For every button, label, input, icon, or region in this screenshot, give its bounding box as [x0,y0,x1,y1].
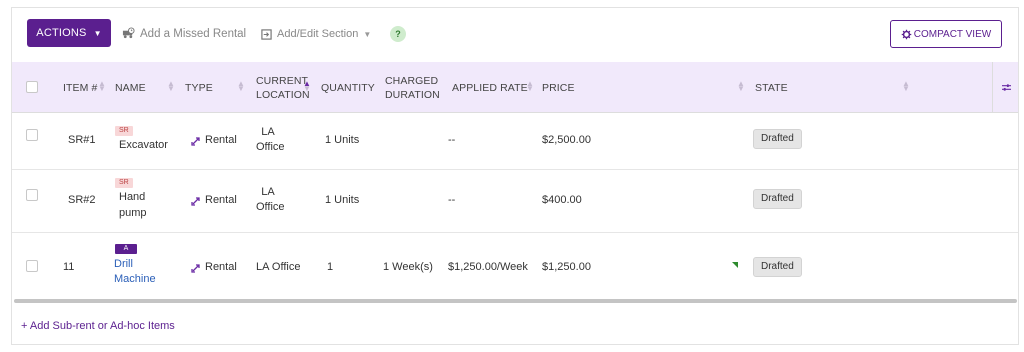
column-label: STATE [755,81,788,94]
charged-duration: 1 Week(s) [383,261,433,273]
item-type-label: Rental [205,134,237,146]
table-row[interactable]: SR#2 SR Hand pump Rental LA Office 1 Uni… [12,170,1018,233]
horizontal-scrollbar[interactable] [14,299,1017,303]
price: $2,500.00 [542,134,591,146]
a-badge: A [115,244,137,254]
add-edit-section-label: Add/Edit Section [277,28,359,40]
applied-rate: -- [448,134,456,146]
swap-arrows-icon [191,196,200,206]
help-icon[interactable]: ? [390,26,406,42]
add-missed-rental-label: Add a Missed Rental [140,27,247,40]
location: LA Office [256,261,301,273]
add-edit-section-dropdown[interactable]: Add/Edit Section ▼ [261,28,371,40]
column-label: PRICE [542,81,575,94]
table-row[interactable]: 11 A Drill Machine Rental LA Office 1 1 … [12,233,1018,299]
column-header-applied-rate[interactable]: APPLIED RATE [452,62,528,113]
table-row[interactable]: SR#1 SR Excavator Rental LA Office 1 Uni… [12,113,1018,170]
quantity: 1 Units [325,194,360,206]
column-label: TYPE [185,81,213,94]
row-checkbox[interactable] [26,129,38,141]
sort-icon[interactable]: ▲ ▼ [737,80,745,93]
column-header-name[interactable]: NAME [115,62,146,113]
item-number: 11 [63,261,75,273]
column-label: QUANTITY [321,81,375,94]
item-number: SR#2 [68,194,96,206]
item-type-label: Rental [205,261,237,273]
applied-rate: -- [448,194,456,206]
column-header-state[interactable]: STATE [755,62,788,113]
sort-icon[interactable]: ▲ ▼ [98,80,106,93]
item-type: Rental [191,193,237,208]
column-label: APPLIED RATE [452,81,528,94]
column-label: ITEM # [63,81,98,94]
state-badge: Drafted [753,257,802,277]
item-name: Excavator [119,139,168,151]
column-header-current-location[interactable]: CURRENT LOCATION [256,62,310,113]
toolbar: ACTIONS ▼ Add a Missed Rental Add/Edit S… [12,8,1018,62]
column-header-price[interactable]: PRICE [542,62,575,113]
caret-down-icon: ▼ [363,29,372,39]
sort-icon[interactable]: ▲ ▼ [902,80,910,93]
location-line2: Office [256,141,285,153]
column-header-quantity[interactable]: QUANTITY [321,62,375,113]
swap-arrows-icon [191,136,200,146]
item-type-label: Rental [205,194,237,206]
column-label: CURRENT [256,74,309,87]
item-type: Rental [191,260,237,275]
item-type: Rental [191,133,237,148]
sliders-icon [1002,84,1011,91]
item-name-link-line1[interactable]: Drill [114,257,133,272]
actions-label: ACTIONS [36,27,87,39]
actions-button[interactable]: ACTIONS ▼ [27,19,111,47]
location-line2: Office [256,201,285,213]
caret-down-icon: ▼ [93,28,102,38]
location-line1: LA [261,126,275,138]
table-header: ITEM # ▲ ▼ NAME ▲ ▼ TYPE ▲ ▼ CURRENT LOCATI… [12,62,1018,113]
row-checkbox[interactable] [26,189,38,201]
quantity: 1 Units [325,134,360,146]
price: $1,250.00 [542,261,591,273]
compact-view-button[interactable]: COMPACT VIEW [890,20,1002,48]
column-header-charged-duration[interactable]: CHARGED DURATION [385,62,440,113]
column-label: DURATION [385,88,440,101]
column-label: CHARGED [385,74,439,87]
sr-badge: SR [115,126,133,136]
item-name-line1: Hand [119,191,146,203]
rental-items-panel: ACTIONS ▼ Add a Missed Rental Add/Edit S… [11,7,1019,345]
row-checkbox[interactable] [26,260,38,272]
column-label: LOCATION [256,88,310,101]
sort-icon[interactable]: ▲ ▼ [167,80,175,93]
add-missed-rental-button[interactable]: Add a Missed Rental [122,27,246,40]
column-header-item[interactable]: ITEM # [63,62,97,113]
state-badge: Drafted [753,189,802,209]
section-edit-icon [261,28,272,40]
location-line1: LA [261,186,275,198]
price: $400.00 [542,194,582,206]
item-name-line2: pump [119,207,147,219]
item-name-link-line2[interactable]: Machine [114,272,156,287]
applied-rate: $1,250.00/Week [448,261,528,273]
add-sub-rent-link[interactable]: + Add Sub-rent or Ad-hoc Items [21,320,175,332]
sort-icon[interactable]: ▲ ▼ [303,80,311,93]
select-all-checkbox[interactable] [26,81,38,93]
quantity: 1 [327,261,334,273]
swap-arrows-icon [191,263,200,273]
gear-icon [901,29,912,39]
column-settings-button[interactable] [992,62,1020,113]
compact-view-label: COMPACT VIEW [913,28,992,40]
price-override-flag-icon [732,262,738,268]
truck-clock-icon [122,27,135,39]
sort-icon[interactable]: ▲ ▼ [526,80,534,93]
column-header-type[interactable]: TYPE [185,62,213,113]
column-label: NAME [115,81,146,94]
sort-icon[interactable]: ▲ ▼ [237,80,245,93]
sr-badge: SR [115,178,133,188]
item-number: SR#1 [68,134,96,146]
state-badge: Drafted [753,129,802,149]
